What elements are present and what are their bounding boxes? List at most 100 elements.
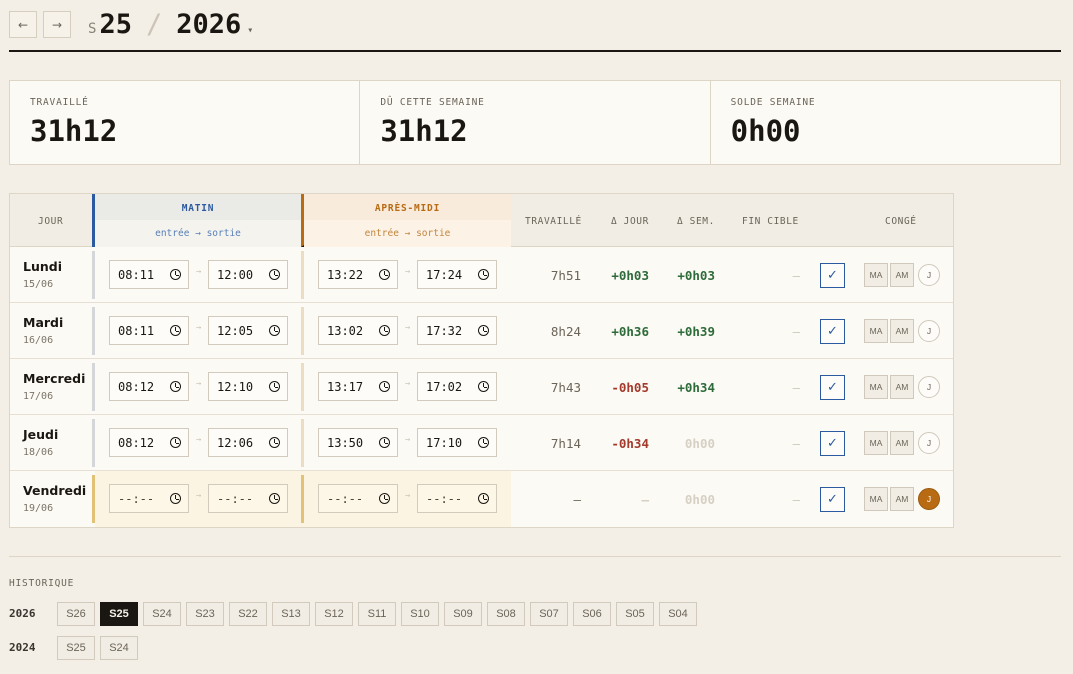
matin-entree-input[interactable]: 08:11 [109, 316, 189, 345]
apres-midi-entree-input[interactable]: 13:50 [318, 428, 398, 457]
matin-sortie-input[interactable]: 12:06 [208, 428, 288, 457]
col-matin: MATIN [181, 203, 215, 214]
apres-midi-entree-input[interactable]: 13:22 [318, 260, 398, 289]
history-week-chip[interactable]: S24 [143, 602, 181, 626]
clock-icon[interactable] [170, 269, 181, 280]
clock-icon[interactable] [379, 493, 390, 504]
history-week-chip[interactable]: S06 [573, 602, 611, 626]
history-week-chip[interactable]: S25 [57, 636, 95, 660]
clock-icon[interactable] [170, 437, 181, 448]
worked-value: 7h51 [550, 268, 581, 283]
history-week-chip[interactable]: S11 [358, 602, 396, 626]
delta-jour-value: +0h36 [611, 324, 649, 339]
clock-icon[interactable] [379, 437, 390, 448]
clock-icon[interactable] [269, 269, 280, 280]
history-week-chip[interactable]: S09 [444, 602, 482, 626]
clock-icon[interactable] [478, 493, 489, 504]
day-checkbox[interactable]: ✓ [820, 319, 845, 344]
conge-apres-midi-button[interactable]: AM [890, 263, 914, 287]
delta-jour-value: -0h34 [611, 436, 649, 451]
clock-icon[interactable] [478, 381, 489, 392]
conge-apres-midi-button[interactable]: AM [890, 375, 914, 399]
delta-sem-value: +0h39 [677, 324, 715, 339]
chevron-down-icon[interactable]: ▾ [247, 25, 253, 36]
conge-journee-button[interactable]: J [918, 376, 940, 398]
conge-journee-button[interactable]: J [918, 320, 940, 342]
clock-icon[interactable] [269, 325, 280, 336]
matin-entree-input[interactable]: 08:11 [109, 260, 189, 289]
conge-matin-button[interactable]: MA [864, 431, 888, 455]
conge-matin-button[interactable]: MA [864, 263, 888, 287]
clock-icon[interactable] [269, 381, 280, 392]
next-week-button[interactable]: → [43, 11, 71, 38]
col-matin-sub: entrée → sortie [95, 220, 301, 247]
clock-icon[interactable] [170, 381, 181, 392]
matin-sortie-input[interactable]: 12:00 [208, 260, 288, 289]
day-checkbox[interactable]: ✓ [820, 431, 845, 456]
col-conge: CONGÉ [885, 216, 917, 227]
time-value: --:-- [118, 491, 155, 506]
arrow-icon: → [405, 435, 411, 445]
history-week-chip[interactable]: S12 [315, 602, 353, 626]
conge-apres-midi-button[interactable]: AM [890, 431, 914, 455]
day-checkbox[interactable]: ✓ [820, 375, 845, 400]
history-week-chip[interactable]: S13 [272, 602, 310, 626]
clock-icon[interactable] [478, 325, 489, 336]
history-week-chip[interactable]: S05 [616, 602, 654, 626]
matin-entree-input[interactable]: 08:12 [109, 372, 189, 401]
clock-icon[interactable] [379, 325, 390, 336]
day-checkbox[interactable]: ✓ [820, 263, 845, 288]
apres-midi-sortie-input[interactable]: --:-- [417, 484, 497, 513]
week-year: 2026 [176, 9, 242, 40]
apres-midi-entree-input[interactable]: --:-- [318, 484, 398, 513]
clock-icon[interactable] [269, 437, 280, 448]
apres-midi-sortie-input[interactable]: 17:24 [417, 260, 497, 289]
apres-midi-sortie-input[interactable]: 17:02 [417, 372, 497, 401]
clock-icon[interactable] [170, 325, 181, 336]
week-selector[interactable]: S 25 / 2026 ▾ [88, 9, 253, 40]
history-week-chip[interactable]: S04 [659, 602, 697, 626]
conge-apres-midi-button[interactable]: AM [890, 319, 914, 343]
stat-value: 0h00 [730, 114, 801, 148]
clock-icon[interactable] [379, 381, 390, 392]
week-separator: / [145, 9, 163, 40]
conge-matin-button[interactable]: MA [864, 487, 888, 511]
conge-journee-button[interactable]: J [918, 264, 940, 286]
history-week-chip[interactable]: S08 [487, 602, 525, 626]
history-week-chip[interactable]: S24 [100, 636, 138, 660]
conge-journee-button[interactable]: J [918, 432, 940, 454]
history-week-chip[interactable]: S25 [100, 602, 138, 626]
matin-entree-input[interactable]: --:-- [109, 484, 189, 513]
history-week-chip[interactable]: S07 [530, 602, 568, 626]
day-date: 16/06 [23, 335, 54, 346]
history-week-chip[interactable]: S26 [57, 602, 95, 626]
conge-matin-button[interactable]: MA [864, 375, 888, 399]
clock-icon[interactable] [379, 269, 390, 280]
conge-journee-button[interactable]: J [918, 488, 940, 510]
col-group-apres-midi: APRÈS-MIDI entrée → sortie [301, 194, 511, 247]
clock-icon[interactable] [478, 269, 489, 280]
clock-icon[interactable] [269, 493, 280, 504]
clock-icon[interactable] [170, 493, 181, 504]
apres-midi-sortie-input[interactable]: 17:32 [417, 316, 497, 345]
arrow-icon: → [196, 267, 202, 277]
apres-midi-bar [301, 363, 304, 411]
history-week-chip[interactable]: S22 [229, 602, 267, 626]
apres-midi-entree-input[interactable]: 13:02 [318, 316, 398, 345]
history-week-chip[interactable]: S10 [401, 602, 439, 626]
conge-apres-midi-button[interactable]: AM [890, 487, 914, 511]
clock-icon[interactable] [478, 437, 489, 448]
conge-matin-button[interactable]: MA [864, 319, 888, 343]
prev-week-button[interactable]: ← [9, 11, 37, 38]
day-checkbox[interactable]: ✓ [820, 487, 845, 512]
apres-midi-sortie-input[interactable]: 17:10 [417, 428, 497, 457]
week-summary: TRAVAILLÉ 31h12 DÛ CETTE SEMAINE 31h12 S… [9, 80, 1061, 165]
time-value: 17:10 [426, 435, 463, 450]
matin-entree-input[interactable]: 08:12 [109, 428, 189, 457]
apres-midi-entree-input[interactable]: 13:17 [318, 372, 398, 401]
history-week-chip[interactable]: S23 [186, 602, 224, 626]
matin-sortie-input[interactable]: 12:10 [208, 372, 288, 401]
matin-sortie-input[interactable]: 12:05 [208, 316, 288, 345]
matin-sortie-input[interactable]: --:-- [208, 484, 288, 513]
arrow-icon: → [405, 323, 411, 333]
